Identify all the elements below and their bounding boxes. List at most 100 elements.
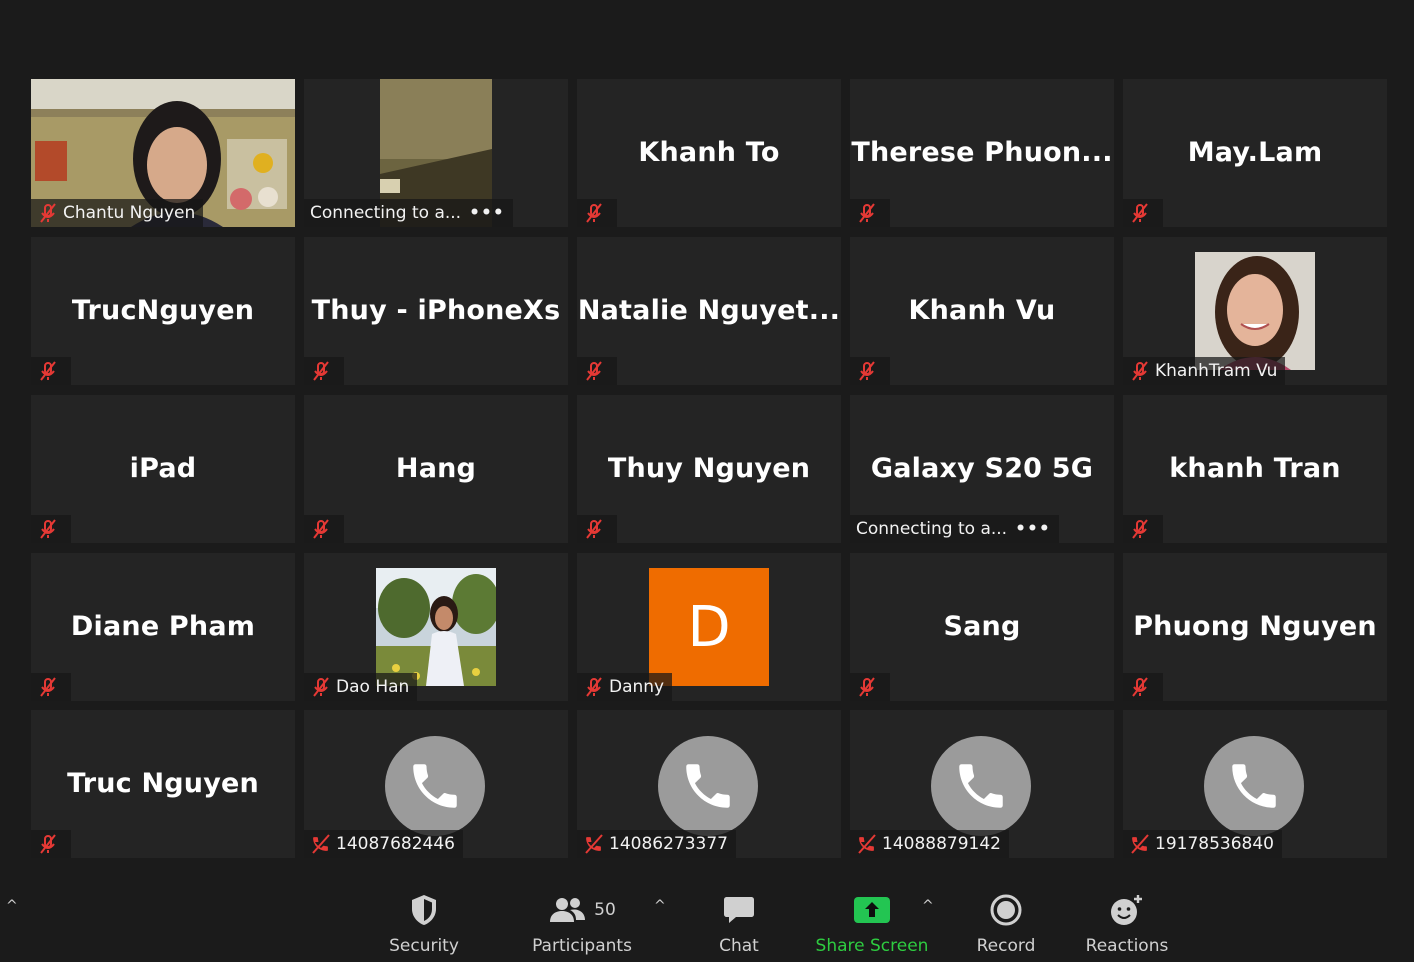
participant-name: 14086273377 [609, 834, 728, 854]
share-screen-button[interactable]: Share Screen [812, 890, 932, 960]
chat-label: Chat [719, 936, 759, 956]
reactions-label: Reactions [1085, 936, 1169, 956]
connection-status: Connecting to a... [310, 203, 462, 223]
participant-tile-thuy-iphonexs[interactable]: Thuy - iPhoneXs [304, 237, 568, 385]
participant-tile-trucnguyen[interactable]: TrucNguyen [31, 237, 295, 385]
muted-mic-icon [859, 677, 875, 697]
participant-display-name: Natalie Nguyet... [577, 295, 841, 326]
participant-name: Dao Han [336, 677, 410, 697]
record-icon [989, 890, 1023, 930]
participant-name: KhanhTram Vu [1155, 361, 1278, 381]
participant-label: 14088879142 [850, 830, 1009, 858]
more-options-icon[interactable]: ••• [1015, 519, 1051, 539]
muted-mic-icon [40, 834, 56, 854]
security-label: Security [389, 936, 459, 956]
participant-tile-phone-1[interactable]: 14087682446 [304, 710, 568, 858]
reactions-button[interactable]: Reactions [1080, 890, 1174, 960]
more-options-icon[interactable]: ••• [469, 203, 505, 223]
participant-tile-khanh-tran[interactable]: khanh Tran [1123, 395, 1387, 543]
participant-tile-may-lam[interactable]: May.Lam [1123, 79, 1387, 227]
participants-count: 50 [594, 900, 616, 920]
meeting-toolbar: ^ Security 50 Participants ^ Chat Share … [0, 870, 1414, 962]
participant-tile-khanh-to[interactable]: Khanh To [577, 79, 841, 227]
share-options-caret[interactable]: ^ [922, 898, 934, 914]
participant-tile-hang[interactable]: Hang [304, 395, 568, 543]
participant-label: Dao Han [304, 673, 418, 701]
participant-tile-chantu-nguyen[interactable]: Chantu Nguyen [31, 79, 295, 227]
security-button[interactable]: Security [384, 890, 464, 960]
participant-display-name: Hang [395, 453, 477, 484]
participant-display-name: Thuy Nguyen [607, 453, 811, 484]
participant-display-name: Khanh Vu [908, 295, 1056, 326]
participant-label [1123, 515, 1163, 543]
participant-label [31, 673, 71, 701]
record-button[interactable]: Record [966, 890, 1046, 960]
participant-tile-phone-3[interactable]: 14088879142 [850, 710, 1114, 858]
participant-display-name: May.Lam [1187, 137, 1323, 168]
participant-tile-thuy-nguyen[interactable]: Thuy Nguyen [577, 395, 841, 543]
participant-label: Connecting to a... ••• [850, 515, 1059, 543]
participant-label [31, 357, 71, 385]
muted-mic-icon [859, 361, 875, 381]
participant-display-name: TrucNguyen [71, 295, 255, 326]
record-label: Record [976, 936, 1036, 956]
muted-mic-icon [586, 361, 602, 381]
participants-button[interactable]: 50 Participants [528, 890, 636, 960]
participants-options-caret[interactable]: ^ [654, 898, 666, 914]
participant-label [304, 515, 344, 543]
participant-label [31, 515, 71, 543]
participant-label: Chantu Nguyen [31, 199, 204, 227]
participant-name: 14087682446 [336, 834, 455, 854]
phone-icon [1204, 736, 1304, 836]
avatar: D [649, 568, 769, 686]
participant-tile-therese[interactable]: Therese Phuon... [850, 79, 1114, 227]
muted-mic-icon [1132, 203, 1148, 223]
participant-tile-diane-pham[interactable]: Diane Pham [31, 553, 295, 701]
participant-tile-natalie[interactable]: Natalie Nguyet... [577, 237, 841, 385]
participant-label: KhanhTram Vu [1123, 357, 1286, 385]
participant-display-name: iPad [129, 453, 197, 484]
participant-tile-galaxy-s20[interactable]: Galaxy S20 5G Connecting to a... ••• [850, 395, 1114, 543]
participant-name: Danny [609, 677, 665, 697]
muted-mic-icon [1132, 361, 1148, 381]
participant-tile-khanhtram-vu[interactable]: KhanhTram Vu [1123, 237, 1387, 385]
participant-tile-connecting[interactable]: Connecting to a... ••• [304, 79, 568, 227]
participant-name: 19178536840 [1155, 834, 1274, 854]
participants-label: Participants [532, 936, 632, 956]
participant-tile-danny[interactable]: D Danny [577, 553, 841, 701]
participant-tile-khanh-vu[interactable]: Khanh Vu [850, 237, 1114, 385]
audio-options-caret[interactable]: ^ [6, 898, 18, 914]
participant-tile-phone-2[interactable]: 14086273377 [577, 710, 841, 858]
muted-phone-icon [585, 834, 603, 854]
participant-tile-phone-4[interactable]: 19178536840 [1123, 710, 1387, 858]
muted-mic-icon [40, 203, 56, 223]
phone-icon [385, 736, 485, 836]
participant-tile-dao-han[interactable]: Dao Han [304, 553, 568, 701]
participant-label [577, 199, 617, 227]
participant-display-name: Sang [943, 611, 1021, 642]
muted-mic-icon [1132, 519, 1148, 539]
participant-display-name: Khanh To [638, 137, 780, 168]
muted-mic-icon [586, 203, 602, 223]
participant-label: 19178536840 [1123, 830, 1282, 858]
participant-label [850, 199, 890, 227]
participant-name: Chantu Nguyen [63, 203, 196, 223]
participant-label [1123, 673, 1163, 701]
muted-mic-icon [40, 677, 56, 697]
chat-button[interactable]: Chat [709, 890, 769, 960]
participant-tile-truc-nguyen[interactable]: Truc Nguyen [31, 710, 295, 858]
participant-tile-phuong-nguyen[interactable]: Phuong Nguyen [1123, 553, 1387, 701]
participant-tile-sang[interactable]: Sang [850, 553, 1114, 701]
phone-icon [931, 736, 1031, 836]
muted-phone-icon [312, 834, 330, 854]
participant-label: 14086273377 [577, 830, 736, 858]
participant-label: 14087682446 [304, 830, 463, 858]
share-screen-label: Share Screen [815, 936, 929, 956]
participant-tile-ipad[interactable]: iPad [31, 395, 295, 543]
participant-display-name: Galaxy S20 5G [870, 453, 1094, 484]
muted-mic-icon [40, 361, 56, 381]
participant-label [31, 830, 71, 858]
muted-phone-icon [1131, 834, 1149, 854]
shield-icon [409, 890, 439, 930]
participant-label: Connecting to a... ••• [304, 199, 513, 227]
